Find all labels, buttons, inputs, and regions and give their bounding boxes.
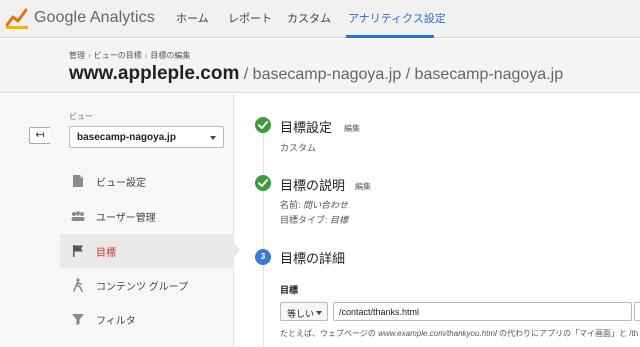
view-name: / basecamp-nagoya.jp — [401, 66, 564, 83]
goal-name-label: 名前: — [280, 200, 304, 210]
goal-field-label: 目標 — [280, 285, 299, 295]
goal-name-row: 名前: 問い合わせ — [280, 198, 348, 211]
active-item-pointer — [232, 242, 240, 258]
view-select[interactable]: basecamp-nagoya.jp — [69, 126, 224, 148]
step-goal-setup-title: 目標設定 — [280, 120, 333, 135]
brand-analytics: Analytics — [89, 9, 155, 26]
breadcrumb-edit-goal: 目標の編集 — [150, 51, 191, 60]
sidebar-item-label: 目標 — [96, 248, 116, 259]
brand-google: Google — [34, 9, 87, 26]
breadcrumb-view-goals[interactable]: ビューの目標 — [94, 51, 142, 60]
step-goal-description-edit-link[interactable]: 編集 — [355, 181, 371, 192]
step-connector — [263, 134, 264, 347]
top-bar: Google Analytics ホーム レポート カスタム アナリティクス設定 — [0, 0, 640, 38]
chevron-down-icon — [316, 311, 322, 315]
tab-reports[interactable]: レポート — [228, 0, 272, 38]
step-goal-setup-value: カスタム — [280, 143, 317, 153]
active-tab-indicator — [346, 35, 434, 38]
breadcrumb-separator: › — [88, 51, 91, 60]
sidebar-item-goals[interactable]: 目標 — [60, 234, 234, 268]
view-label: ビュー — [69, 112, 93, 121]
check-icon — [255, 175, 271, 191]
tab-admin[interactable]: アナリティクス設定 — [348, 0, 446, 38]
breadcrumb-separator: › — [144, 51, 148, 60]
goal-type-row: 目標タイプ: 目標 — [280, 213, 348, 226]
step-number-badge: 3 — [255, 249, 271, 265]
help-text-example: www.example.com/thankyou.html — [378, 329, 497, 338]
person-walk-icon — [73, 278, 83, 292]
destination-url-input[interactable] — [333, 302, 632, 321]
sidebar-item-content-grouping[interactable]: コンテンツ グループ — [60, 268, 234, 302]
secondary-input-edge[interactable] — [634, 302, 640, 321]
help-text: たとえば、ウェブページの www.example.com/thankyou.ht… — [280, 328, 638, 339]
brand-name[interactable]: Google Analytics — [34, 9, 155, 27]
back-button[interactable]: ↤ — [29, 127, 51, 144]
sidebar-item-label: コンテンツ グループ — [96, 282, 189, 293]
step-goal-details-title: 目標の詳細 — [280, 251, 346, 266]
breadcrumb: 管理 › ビューの目標 › 目標の編集 — [69, 50, 190, 61]
chevron-down-icon — [210, 136, 216, 140]
goal-type-value: 目標 — [330, 215, 349, 225]
help-text-suffix: の代わりにアプリの「マイ画面」と /th — [496, 329, 639, 338]
sidebar-item-view-settings[interactable]: ビュー設定 — [60, 164, 234, 198]
filter-icon — [72, 314, 84, 325]
sidebar-item-label: ユーザー管理 — [96, 213, 156, 224]
sidebar-item-user-management[interactable]: ユーザー管理 — [60, 199, 234, 233]
help-text-prefix: たとえば、ウェブページの — [280, 329, 379, 338]
account-name: www.appleple.com — [69, 63, 240, 84]
sidebar-item-label: フィルタ — [96, 316, 136, 327]
check-icon — [255, 117, 271, 133]
page-title: www.appleple.com / basecamp-nagoya.jp / … — [69, 63, 563, 85]
flag-icon — [73, 245, 83, 257]
sidebar-item-label: ビュー設定 — [96, 178, 146, 189]
users-icon — [71, 211, 85, 221]
step-goal-description-title: 目標の説明 — [280, 178, 346, 193]
property-name: / basecamp-nagoya.jp — [239, 66, 402, 83]
goal-name-value: 問い合わせ — [303, 200, 349, 210]
sidebar-item-filters[interactable]: フィルタ — [60, 302, 234, 336]
goal-type-label: 目標タイプ: — [280, 215, 331, 225]
match-type-value: 等しい — [287, 309, 315, 319]
document-icon — [73, 175, 83, 187]
tab-home[interactable]: ホーム — [176, 0, 209, 38]
analytics-logo-icon — [5, 8, 28, 29]
step-goal-setup-edit-link[interactable]: 編集 — [344, 123, 360, 134]
breadcrumb-admin[interactable]: 管理 — [69, 51, 85, 60]
match-type-select[interactable]: 等しい — [280, 302, 328, 321]
view-select-value: basecamp-nagoya.jp — [77, 132, 176, 143]
tab-custom[interactable]: カスタム — [287, 0, 331, 38]
